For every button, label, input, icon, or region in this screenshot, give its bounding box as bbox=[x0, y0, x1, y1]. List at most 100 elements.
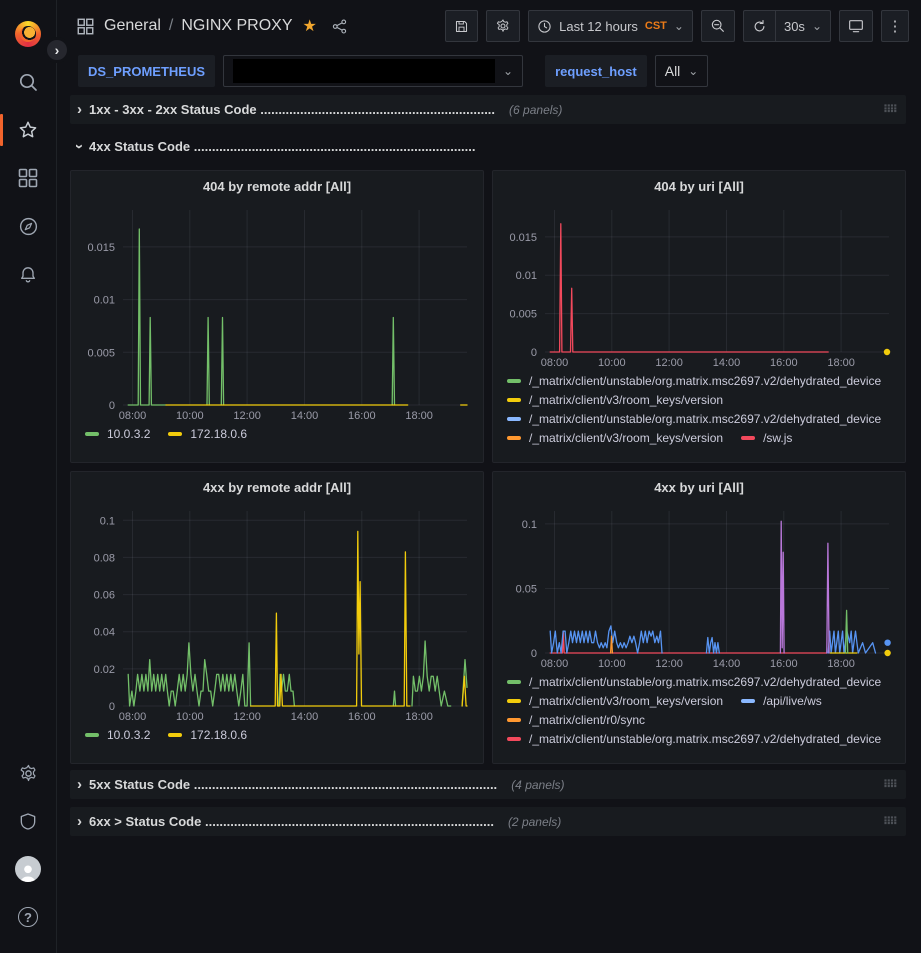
variable-value-request-host[interactable]: All ⌄ bbox=[655, 55, 709, 87]
legend-item[interactable]: 172.18.0.6 bbox=[168, 728, 247, 742]
legend-item[interactable]: /_matrix/client/unstable/org.matrix.msc2… bbox=[507, 374, 881, 388]
refresh-interval-dropdown[interactable]: 30s ⌄ bbox=[775, 10, 831, 42]
legend-item[interactable]: /api/live/ws bbox=[741, 694, 822, 708]
sidebar-item-alerting[interactable] bbox=[0, 250, 56, 298]
row-panel-count: (6 panels) bbox=[509, 103, 562, 117]
chevron-down-icon: ⌄ bbox=[812, 19, 822, 33]
drag-handle-icon[interactable]: ⠿⠿ bbox=[883, 103, 896, 116]
legend-series-swatch bbox=[168, 432, 182, 436]
panel-title[interactable]: 404 by uri [All] bbox=[501, 176, 897, 200]
sidebar-item-server-admin[interactable] bbox=[0, 797, 56, 845]
sidebar-item-search[interactable] bbox=[0, 58, 56, 106]
svg-text:10:00: 10:00 bbox=[598, 658, 626, 670]
variable-label-ds-prometheus[interactable]: DS_PROMETHEUS bbox=[78, 55, 215, 87]
svg-text:0.1: 0.1 bbox=[522, 519, 537, 531]
legend-series-swatch bbox=[507, 699, 521, 703]
timeseries-chart[interactable]: 00.0050.010.01508:0010:0012:0014:0016:00… bbox=[501, 200, 897, 370]
svg-text:08:00: 08:00 bbox=[541, 658, 569, 670]
svg-text:0: 0 bbox=[531, 347, 537, 359]
share-icon[interactable] bbox=[331, 18, 348, 35]
svg-text:18:00: 18:00 bbox=[827, 357, 855, 369]
more-options-button[interactable]: ⋮ bbox=[881, 10, 909, 42]
svg-text:16:00: 16:00 bbox=[348, 711, 376, 723]
sidebar-item-configuration[interactable] bbox=[0, 749, 56, 797]
legend-item[interactable]: /_matrix/client/r0/sync bbox=[507, 713, 645, 727]
grafana-logo-icon bbox=[15, 21, 41, 47]
timeseries-chart[interactable]: 00.0050.010.01508:0010:0012:0014:0016:00… bbox=[79, 200, 475, 423]
svg-text:0.02: 0.02 bbox=[94, 664, 115, 676]
refresh-interval-value: 30s bbox=[784, 19, 805, 34]
svg-text:10:00: 10:00 bbox=[176, 711, 204, 723]
row-6xx[interactable]: › 6xx > Status Code ....................… bbox=[70, 807, 906, 836]
svg-text:18:00: 18:00 bbox=[405, 711, 433, 723]
legend-item[interactable]: /_matrix/client/unstable/org.matrix.msc2… bbox=[507, 412, 881, 426]
chart-legend: 10.0.3.2 172.18.0.6 bbox=[79, 423, 475, 456]
panel-title[interactable]: 4xx by remote addr [All] bbox=[79, 477, 475, 501]
chevron-down-icon: › bbox=[71, 144, 88, 149]
legend-item[interactable]: /sw.js bbox=[741, 431, 792, 445]
kiosk-mode-button[interactable] bbox=[839, 10, 873, 42]
svg-text:08:00: 08:00 bbox=[541, 357, 569, 369]
timeseries-chart[interactable]: 00.020.040.060.080.108:0010:0012:0014:00… bbox=[79, 501, 475, 724]
legend-series-swatch bbox=[85, 432, 99, 436]
legend-item[interactable]: /_matrix/client/v3/room_keys/version bbox=[507, 694, 723, 708]
legend-series-swatch bbox=[507, 680, 521, 684]
svg-text:0.04: 0.04 bbox=[94, 627, 115, 639]
row-title: 4xx Status Code ........................… bbox=[89, 139, 476, 154]
search-icon bbox=[18, 72, 39, 93]
row-1xx-3xx-2xx[interactable]: › 1xx - 3xx - 2xx Status Code ..........… bbox=[70, 95, 906, 124]
zoom-out-button[interactable] bbox=[701, 10, 735, 42]
shield-icon bbox=[18, 811, 38, 832]
svg-text:0: 0 bbox=[109, 400, 115, 412]
refresh-group: 30s ⌄ bbox=[743, 10, 831, 42]
legend-item[interactable]: /_matrix/client/v3/room_keys/version bbox=[507, 431, 723, 445]
legend-series-label: /_matrix/client/unstable/org.matrix.msc2… bbox=[529, 732, 881, 746]
drag-handle-icon[interactable]: ⠿⠿ bbox=[883, 778, 896, 791]
legend-item[interactable]: 10.0.3.2 bbox=[85, 728, 150, 742]
variable-value-ds-prometheus[interactable]: ⌄ bbox=[223, 55, 523, 87]
legend-series-label: 172.18.0.6 bbox=[190, 728, 247, 742]
breadcrumb-folder[interactable]: General bbox=[104, 17, 161, 35]
save-dashboard-button[interactable] bbox=[445, 10, 478, 42]
chart-legend: /_matrix/client/unstable/org.matrix.msc2… bbox=[501, 671, 897, 757]
chevron-down-icon: ⌄ bbox=[503, 64, 513, 78]
sidebar-item-profile[interactable] bbox=[0, 845, 56, 893]
row-5xx[interactable]: › 5xx Status Code ......................… bbox=[70, 770, 906, 799]
svg-text:0.05: 0.05 bbox=[516, 584, 537, 596]
row-4xx[interactable]: › 4xx Status Code ......................… bbox=[70, 132, 906, 161]
legend-series-swatch bbox=[85, 733, 99, 737]
variable-label-request-host[interactable]: request_host bbox=[545, 55, 647, 87]
sidebar-item-help[interactable]: ? bbox=[0, 893, 56, 941]
variables-bar: DS_PROMETHEUS ⌄ request_host All ⌄ bbox=[57, 52, 921, 90]
svg-text:0.015: 0.015 bbox=[87, 242, 115, 254]
panel-4xx-by-uri: 4xx by uri [All] 00.050.108:0010:0012:00… bbox=[492, 471, 906, 764]
svg-text:12:00: 12:00 bbox=[655, 658, 683, 670]
sidebar-item-explore[interactable] bbox=[0, 202, 56, 250]
sidebar-item-starred[interactable] bbox=[0, 106, 56, 154]
legend-series-label: /api/live/ws bbox=[763, 694, 822, 708]
panel-title[interactable]: 4xx by uri [All] bbox=[501, 477, 897, 501]
favorite-star-icon[interactable]: ★ bbox=[303, 16, 317, 36]
legend-item[interactable]: /_matrix/client/v3/room_keys/version bbox=[507, 393, 723, 407]
help-icon: ? bbox=[18, 907, 38, 927]
legend-item[interactable]: /_matrix/client/unstable/org.matrix.msc2… bbox=[507, 675, 881, 689]
time-range-picker[interactable]: Last 12 hours CST ⌄ bbox=[528, 10, 693, 42]
drag-handle-icon[interactable]: ⠿⠿ bbox=[883, 815, 896, 828]
sidebar-expand-button[interactable]: › bbox=[44, 37, 70, 63]
row-title: 6xx > Status Code ......................… bbox=[89, 814, 494, 829]
legend-item[interactable]: /_matrix/client/unstable/org.matrix.msc2… bbox=[507, 732, 881, 746]
refresh-button[interactable] bbox=[743, 10, 775, 42]
legend-item[interactable]: 172.18.0.6 bbox=[168, 427, 247, 441]
panel-title[interactable]: 404 by remote addr [All] bbox=[79, 176, 475, 200]
dashboard-settings-button[interactable] bbox=[486, 10, 520, 42]
breadcrumb-separator: / bbox=[169, 17, 173, 35]
dashboard-grid-icon bbox=[77, 18, 94, 35]
legend-item[interactable]: 10.0.3.2 bbox=[85, 427, 150, 441]
svg-text:10:00: 10:00 bbox=[598, 357, 626, 369]
timeseries-chart[interactable]: 00.050.108:0010:0012:0014:0016:0018:00 bbox=[501, 501, 897, 671]
svg-text:0: 0 bbox=[109, 701, 115, 713]
save-icon bbox=[454, 19, 469, 34]
sidebar-item-dashboards[interactable] bbox=[0, 154, 56, 202]
dashboard-content: › 1xx - 3xx - 2xx Status Code ..........… bbox=[57, 90, 921, 953]
breadcrumb-dashboard-title[interactable]: NGINX PROXY bbox=[181, 17, 292, 35]
